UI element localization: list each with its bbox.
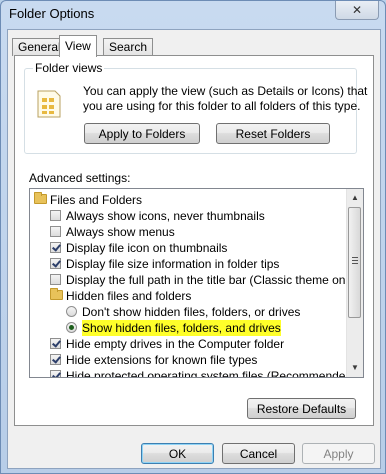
- tree-folder-hidden-files-and-folders: Hidden files and folders: [30, 288, 346, 304]
- advanced-settings-label: Advanced settings:: [29, 171, 131, 185]
- scroll-down-arrow-icon[interactable]: ▼: [347, 360, 363, 376]
- setting-don-t-show-hidden-files-folders-or-drives[interactable]: Don't show hidden files, folders, or dri…: [30, 304, 346, 320]
- reset-folders-button[interactable]: Reset Folders: [216, 123, 330, 144]
- setting-display-file-size-information-in-folder-tips[interactable]: Display file size information in folder …: [30, 256, 346, 272]
- setting-label: Always show icons, never thumbnails: [66, 209, 265, 223]
- setting-label: Always show menus: [66, 225, 175, 239]
- setting-label: Display file size information in folder …: [66, 257, 280, 271]
- setting-always-show-icons-never-thumbnails[interactable]: Always show icons, never thumbnails: [30, 208, 346, 224]
- setting-label: Files and Folders: [50, 193, 143, 207]
- folder-views-group: Folder views You can apply the view (suc…: [24, 61, 367, 154]
- folder-views-description-line-1: You can apply the view (such as Details …: [83, 84, 368, 98]
- checkbox[interactable]: [50, 370, 61, 377]
- folder-views-description-line-2: you are using for this folder to all fol…: [83, 99, 361, 113]
- ok-button[interactable]: OK: [141, 443, 214, 464]
- cancel-button[interactable]: Cancel: [222, 443, 295, 464]
- radio-button[interactable]: [66, 306, 77, 317]
- radio-button[interactable]: [66, 322, 77, 333]
- dialog-client-area: General View Search Folder views You can…: [7, 29, 381, 469]
- apply-to-folders-button[interactable]: Apply to Folders: [84, 123, 200, 144]
- advanced-settings-list[interactable]: Files and Folders Always show icons, neve…: [29, 188, 364, 378]
- checkbox[interactable]: [50, 210, 61, 221]
- tab-view[interactable]: View: [59, 35, 97, 57]
- checkbox[interactable]: [50, 354, 61, 365]
- checkbox[interactable]: [50, 226, 61, 237]
- setting-label: Show hidden files, folders, and drives: [82, 320, 281, 336]
- folder-options-window: Folder Options ✕ General View Search Fol…: [0, 0, 386, 474]
- setting-display-file-icon-on-thumbnails[interactable]: Display file icon on thumbnails: [30, 240, 346, 256]
- tree-folder-files-and-folders: Files and Folders: [30, 192, 346, 208]
- apply-button[interactable]: Apply: [302, 443, 375, 464]
- scroll-up-arrow-icon[interactable]: ▲: [347, 190, 363, 206]
- title-bar[interactable]: Folder Options ✕: [1, 1, 385, 29]
- folder-icon: [34, 192, 47, 204]
- setting-show-hidden-files-folders-and-drives[interactable]: Show hidden files, folders, and drives: [30, 320, 346, 336]
- scroll-thumb[interactable]: [348, 207, 361, 318]
- close-button[interactable]: ✕: [335, 1, 379, 20]
- setting-label: Hide protected operating system files (R…: [66, 369, 357, 378]
- folder-icon: [50, 288, 63, 300]
- window-title: Folder Options: [9, 6, 95, 21]
- checkbox[interactable]: [50, 242, 61, 253]
- setting-label: Hide extensions for known file types: [66, 353, 258, 367]
- setting-always-show-menus[interactable]: Always show menus: [30, 224, 346, 240]
- checkbox[interactable]: [50, 258, 61, 269]
- setting-display-the-full-path-in-the-title-bar-classic-theme-only[interactable]: Display the full path in the title bar (…: [30, 272, 358, 288]
- close-icon: ✕: [351, 3, 363, 17]
- view-tab-panel: Folder views You can apply the view (suc…: [14, 55, 374, 426]
- setting-hide-empty-drives-in-the-computer-folder[interactable]: Hide empty drives in the Computer folder: [30, 336, 346, 352]
- folder-views-icon: [35, 89, 63, 119]
- checkbox[interactable]: [50, 274, 61, 285]
- restore-defaults-button[interactable]: Restore Defaults: [247, 398, 356, 419]
- setting-hide-extensions-for-known-file-types[interactable]: Hide extensions for known file types: [30, 352, 346, 368]
- setting-label: Display file icon on thumbnails: [66, 241, 228, 255]
- tab-search[interactable]: Search: [103, 38, 154, 56]
- setting-label: Hidden files and folders: [66, 289, 192, 303]
- setting-hide-protected-operating-system-files-recommended[interactable]: Hide protected operating system files (R…: [30, 368, 356, 377]
- setting-label: Hide empty drives in the Computer folder: [66, 337, 285, 351]
- setting-label: Don't show hidden files, folders, or dri…: [82, 305, 301, 319]
- folder-views-label: Folder views: [33, 61, 105, 75]
- setting-label: Display the full path in the title bar (…: [66, 273, 359, 287]
- advanced-settings-scrollbar[interactable]: ▲ ▼: [346, 189, 363, 377]
- checkbox[interactable]: [50, 338, 61, 349]
